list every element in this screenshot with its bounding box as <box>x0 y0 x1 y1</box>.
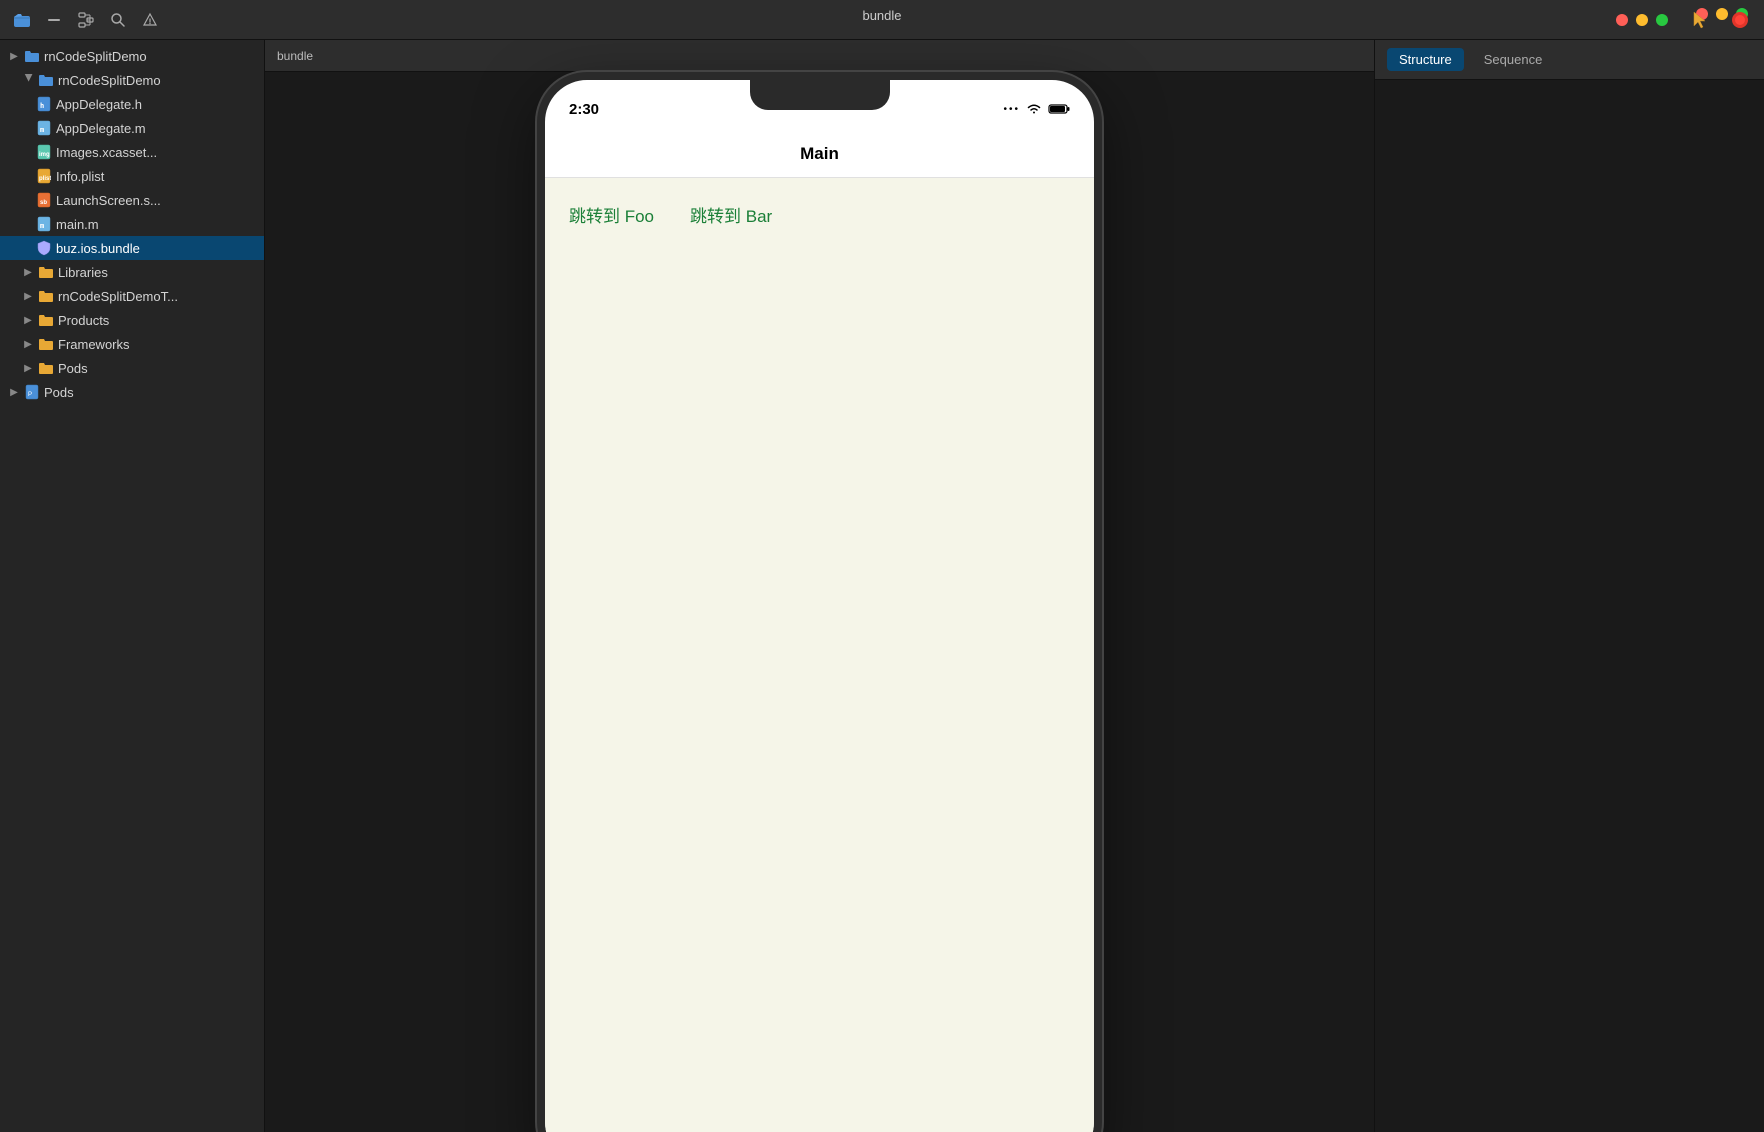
sidebar-item-products[interactable]: ▶ Products <box>0 308 264 332</box>
rncodesplitdemot-folder-icon <box>38 288 54 304</box>
sidebar-item-rncodeplit-folder[interactable]: ▶ rnCodeSplitDemo <box>0 68 264 92</box>
right-panel-content <box>1375 80 1764 1132</box>
pods-folder-label: Pods <box>58 361 88 376</box>
sidebar-root-label: rnCodeSplitDemo <box>44 49 147 64</box>
sidebar-item-rncodesplitdemot[interactable]: ▶ rnCodeSplitDemoT... <box>0 284 264 308</box>
sidebar-item-buz-bundle[interactable]: buz.ios.bundle <box>0 236 264 260</box>
status-time: 2:30 <box>569 101 599 118</box>
sidebar-item-info-plist[interactable]: plist Info.plist <box>0 164 264 188</box>
bundle-tab: bundle <box>265 40 1374 72</box>
search-toolbar-icon[interactable] <box>104 6 132 34</box>
svg-text:img: img <box>39 152 50 158</box>
sidebar-item-frameworks[interactable]: ▶ Frameworks <box>0 332 264 356</box>
file-h-icon: h <box>36 96 52 112</box>
warning-toolbar-icon[interactable] <box>136 6 164 34</box>
svg-text:plist: plist <box>39 176 51 182</box>
svg-text:sb: sb <box>40 200 47 206</box>
sidebar-item-launchscreen[interactable]: sb LaunchScreen.s... <box>0 188 264 212</box>
link-bar[interactable]: 跳转到 Bar <box>682 198 780 231</box>
sidebar-item-main-m[interactable]: m main.m <box>0 212 264 236</box>
sidebar-item-libraries[interactable]: ▶ Libraries <box>0 260 264 284</box>
launchscreen-label: LaunchScreen.s... <box>56 193 161 208</box>
right-panel: Structure Sequence <box>1374 40 1764 1132</box>
tab-sequence[interactable]: Sequence <box>1472 48 1555 71</box>
pods-project-icon: P <box>24 384 40 400</box>
chevron-rncodesplitdemot-icon: ▶ <box>22 290 34 302</box>
chevron-down-icon: ▶ <box>8 50 20 62</box>
folder-toolbar-icon[interactable] <box>8 6 36 34</box>
chevron-libraries-icon: ▶ <box>22 266 34 278</box>
chevron-frameworks-icon: ▶ <box>22 338 34 350</box>
chevron-expanded-icon: ▶ <box>22 74 34 86</box>
center-area: bundle 2:30 ••• <box>265 40 1374 1132</box>
phone-mockup: 2:30 ••• <box>537 72 1102 1132</box>
status-icons: ••• <box>1003 103 1070 115</box>
project-folder-icon <box>24 48 40 64</box>
sidebar-item-appdelegate-h[interactable]: h AppDelegate.h <box>0 92 264 116</box>
battery-icon <box>1048 103 1070 115</box>
svg-text:m: m <box>40 222 44 230</box>
tab-structure[interactable]: Structure <box>1387 48 1464 71</box>
plist-icon: plist <box>36 168 52 184</box>
right-panel-tabs: Structure Sequence <box>1375 40 1764 80</box>
dots-icon: ••• <box>1003 104 1020 115</box>
rncodesplitdemot-label: rnCodeSplitDemoT... <box>58 289 178 304</box>
file-m-icon: m <box>36 120 52 136</box>
sidebar-item-pods-folder[interactable]: ▶ Pods <box>0 356 264 380</box>
phone-content: 跳转到 Foo 跳转到 Bar <box>545 178 1094 1132</box>
svg-text:P: P <box>28 392 32 398</box>
top-toolbar: bundle <box>0 0 1764 40</box>
file-main-m-icon: m <box>36 216 52 232</box>
pods-file-label: Pods <box>44 385 74 400</box>
libraries-label: Libraries <box>58 265 108 280</box>
sidebar-item-appdelegate-m[interactable]: m AppDelegate.m <box>0 116 264 140</box>
appdelegate-m-label: AppDelegate.m <box>56 121 146 136</box>
main-m-label: main.m <box>56 217 99 232</box>
chevron-pods-folder-icon: ▶ <box>22 362 34 374</box>
sidebar-item-pods-file[interactable]: ▶ P Pods <box>0 380 264 404</box>
close-toolbar-icon[interactable] <box>40 6 68 34</box>
svg-text:h: h <box>40 102 44 110</box>
sidebar-root-project[interactable]: ▶ rnCodeSplitDemo <box>0 44 264 68</box>
frameworks-label: Frameworks <box>58 337 130 352</box>
link-foo[interactable]: 跳转到 Foo <box>561 198 662 231</box>
chevron-pods-file-icon: ▶ <box>8 386 20 398</box>
svg-text:m: m <box>40 126 44 134</box>
folder-blue-icon <box>38 72 54 88</box>
frameworks-folder-icon <box>38 336 54 352</box>
chevron-products-icon: ▶ <box>22 314 34 326</box>
info-plist-label: Info.plist <box>56 169 104 184</box>
images-xcassets-label: Images.xcasset... <box>56 145 157 160</box>
xcassets-icon: img <box>36 144 52 160</box>
window-title: bundle <box>862 8 901 23</box>
wifi-icon <box>1026 103 1042 115</box>
appdelegate-h-label: AppDelegate.h <box>56 97 142 112</box>
hierarchy-toolbar-icon[interactable] <box>72 6 100 34</box>
pods-folder-icon <box>38 360 54 376</box>
phone-nav-bar: Main <box>545 130 1094 178</box>
sidebar-folder-label: rnCodeSplitDemo <box>58 73 161 88</box>
buz-bundle-label: buz.ios.bundle <box>56 241 140 256</box>
products-folder-icon <box>38 312 54 328</box>
main-content: ▶ rnCodeSplitDemo ▶ rnCodeSplitDemo <box>0 40 1764 1132</box>
sidebar: ▶ rnCodeSplitDemo ▶ rnCodeSplitDemo <box>0 40 265 1132</box>
libraries-folder-icon <box>38 264 54 280</box>
phone-notch <box>750 80 890 110</box>
storyboard-icon: sb <box>36 192 52 208</box>
products-label: Products <box>58 313 109 328</box>
shield-icon <box>36 240 52 256</box>
bundle-tab-label: bundle <box>277 49 313 63</box>
nav-title: Main <box>800 144 839 164</box>
sidebar-item-images-xcassets[interactable]: img Images.xcasset... <box>0 140 264 164</box>
